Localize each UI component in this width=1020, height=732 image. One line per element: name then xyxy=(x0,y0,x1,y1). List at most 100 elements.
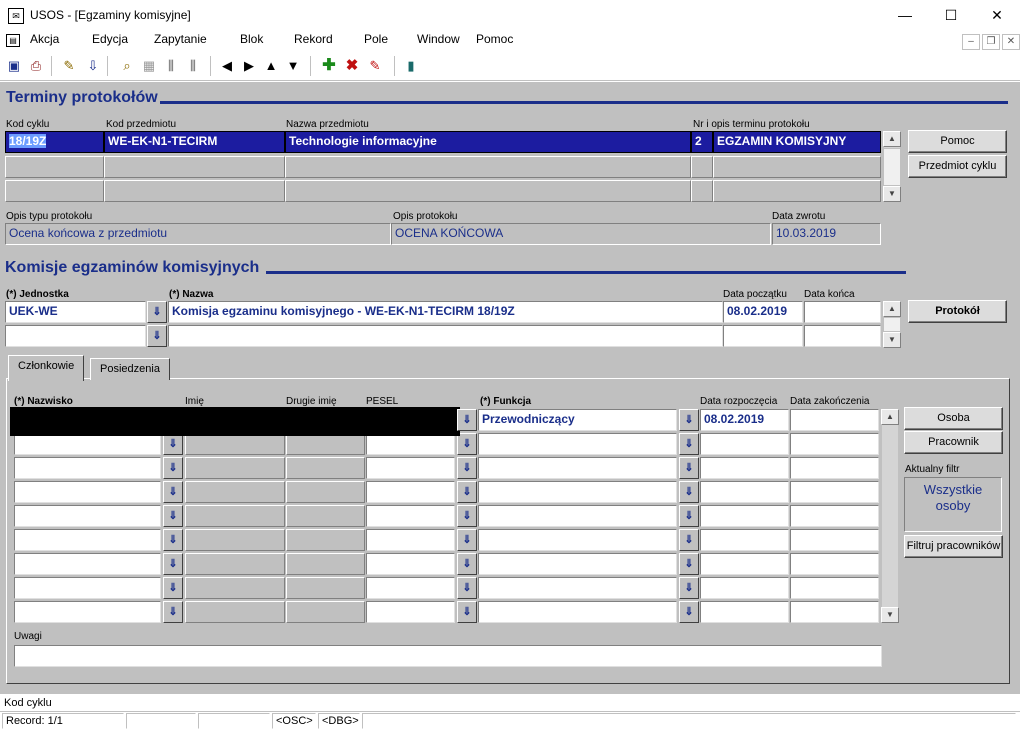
opis-terminu-field[interactable] xyxy=(713,156,881,178)
pesel-field[interactable] xyxy=(366,505,455,527)
close-button[interactable]: ✕ xyxy=(974,0,1020,31)
pesel-field[interactable] xyxy=(366,529,455,551)
data-zakonczenia-field[interactable] xyxy=(790,457,879,479)
execute-query-icon[interactable]: ▦ xyxy=(140,57,158,75)
nazwisko-field[interactable] xyxy=(14,457,161,479)
pesel-field[interactable] xyxy=(366,481,455,503)
opis-terminu-field[interactable] xyxy=(713,180,881,202)
pesel-field[interactable] xyxy=(366,577,455,599)
funkcja-field[interactable] xyxy=(478,529,677,551)
kod-cyklu-field[interactable]: 18/19Z xyxy=(5,131,104,153)
data-rozpoczecia-field[interactable] xyxy=(700,457,789,479)
count-icon[interactable]: ⫼ xyxy=(162,57,180,75)
lov-icon[interactable]: ⇓ xyxy=(679,577,699,599)
nazwa-przedmiotu-field[interactable]: Technologie informacyjne xyxy=(285,131,691,153)
data-zakonczenia-field[interactable] xyxy=(790,433,879,455)
download-icon[interactable]: ⇩ xyxy=(84,57,102,75)
osoba-button[interactable]: Osoba xyxy=(904,407,1003,430)
data-konca-field[interactable] xyxy=(804,325,881,347)
kod-cyklu-field[interactable] xyxy=(5,180,104,202)
prev-block-icon[interactable]: ◀ xyxy=(218,57,236,75)
scroll-down-icon[interactable]: ▼ xyxy=(883,332,901,348)
pracownik-button[interactable]: Pracownik xyxy=(904,431,1003,454)
nr-terminu-field[interactable] xyxy=(691,156,713,178)
data-zakonczenia-field[interactable] xyxy=(790,601,879,623)
lov-icon[interactable]: ⇓ xyxy=(147,325,167,347)
nazwa-przedmiotu-field[interactable] xyxy=(285,180,691,202)
nazwa-przedmiotu-field[interactable] xyxy=(285,156,691,178)
data-zakonczenia-field[interactable] xyxy=(790,481,879,503)
funkcja-field[interactable] xyxy=(478,433,677,455)
kod-przedmiotu-field[interactable] xyxy=(104,156,285,178)
funkcja-field[interactable] xyxy=(478,601,677,623)
opis-terminu-field[interactable]: EGZAMIN KOMISYJNY xyxy=(713,131,881,153)
lov-icon[interactable]: ⇓ xyxy=(457,457,477,479)
lov-icon[interactable]: ⇓ xyxy=(457,409,477,431)
nazwisko-field[interactable] xyxy=(14,505,161,527)
pesel-field[interactable] xyxy=(366,433,455,455)
data-zwrotu-field[interactable]: 10.03.2019 xyxy=(772,223,881,245)
menu-rekord[interactable]: Rekord xyxy=(294,32,333,46)
menu-pomoc[interactable]: Pomoc xyxy=(476,32,513,46)
kod-przedmiotu-field[interactable] xyxy=(104,180,285,202)
menu-window[interactable]: Window xyxy=(417,32,460,46)
data-zakonczenia-field[interactable] xyxy=(790,409,879,431)
nr-terminu-field[interactable]: 2 xyxy=(691,131,713,153)
next-block-icon[interactable]: ▶ xyxy=(240,57,258,75)
print-icon[interactable]: ⎙ xyxy=(27,57,45,75)
pesel-field[interactable] xyxy=(366,457,455,479)
lov-icon[interactable]: ⇓ xyxy=(679,601,699,623)
doc-icon[interactable]: ▤ xyxy=(6,34,20,47)
scroll-down-icon[interactable]: ▼ xyxy=(883,186,901,202)
data-zakonczenia-field[interactable] xyxy=(790,577,879,599)
data-rozpoczecia-field[interactable]: 08.02.2019 xyxy=(700,409,789,431)
exit-icon[interactable]: ▮ xyxy=(402,57,420,75)
funkcja-field[interactable] xyxy=(478,457,677,479)
mdi-restore-icon[interactable]: ❐ xyxy=(982,34,1000,50)
lov-icon[interactable]: ⇓ xyxy=(457,481,477,503)
members-scrollbar[interactable] xyxy=(881,409,899,623)
data-rozpoczecia-field[interactable] xyxy=(700,481,789,503)
lov-icon[interactable]: ⇓ xyxy=(163,457,183,479)
data-rozpoczecia-field[interactable] xyxy=(700,505,789,527)
funkcja-field[interactable] xyxy=(478,553,677,575)
data-rozpoczecia-field[interactable] xyxy=(700,553,789,575)
nazwisko-field[interactable] xyxy=(14,601,161,623)
opis-typu-field[interactable]: Ocena końcowa z przedmiotu xyxy=(5,223,391,245)
protokol-button[interactable]: Protokół xyxy=(908,300,1007,323)
tab-czlonkowie[interactable]: Członkowie xyxy=(8,355,85,381)
opis-protokolu-field[interactable]: OCENA KOŃCOWA xyxy=(391,223,771,245)
insert-record-icon[interactable]: ✚ xyxy=(320,57,338,75)
nr-terminu-field[interactable] xyxy=(691,180,713,202)
pomoc-button[interactable]: Pomoc xyxy=(908,130,1007,153)
menu-edycja[interactable]: Edycja xyxy=(92,32,128,46)
prev-record-icon[interactable]: ▲ xyxy=(262,57,280,75)
lov-icon[interactable]: ⇓ xyxy=(457,505,477,527)
data-poczatku-field[interactable]: 08.02.2019 xyxy=(723,301,803,323)
data-zakonczenia-field[interactable] xyxy=(790,529,879,551)
mdi-close-icon[interactable]: ✕ xyxy=(1002,34,1020,50)
delete-record-icon[interactable]: ✖ xyxy=(343,57,361,75)
menu-pole[interactable]: Pole xyxy=(364,32,388,46)
menu-akcja[interactable]: Akcja xyxy=(30,32,59,46)
data-rozpoczecia-field[interactable] xyxy=(700,601,789,623)
lov-icon[interactable]: ⇓ xyxy=(679,409,699,431)
nazwisko-field[interactable] xyxy=(14,553,161,575)
lov-icon[interactable]: ⇓ xyxy=(457,601,477,623)
data-zakonczenia-field[interactable] xyxy=(790,553,879,575)
count-all-icon[interactable]: ⫼ xyxy=(184,57,202,75)
data-rozpoczecia-field[interactable] xyxy=(700,529,789,551)
nazwisko-field[interactable] xyxy=(14,577,161,599)
lov-icon[interactable]: ⇓ xyxy=(163,505,183,527)
data-rozpoczecia-field[interactable] xyxy=(700,577,789,599)
lov-icon[interactable]: ⇓ xyxy=(163,601,183,623)
jednostka-field[interactable]: UEK-WE xyxy=(5,301,146,323)
menu-zapytanie[interactable]: Zapytanie xyxy=(154,32,207,46)
scroll-up-icon[interactable]: ▲ xyxy=(883,301,901,317)
lov-icon[interactable]: ⇓ xyxy=(457,577,477,599)
uwagi-field[interactable] xyxy=(14,645,882,667)
kod-cyklu-field[interactable] xyxy=(5,156,104,178)
data-zakonczenia-field[interactable] xyxy=(790,505,879,527)
lov-icon[interactable]: ⇓ xyxy=(457,529,477,551)
scroll-down-icon[interactable]: ▼ xyxy=(881,607,899,623)
